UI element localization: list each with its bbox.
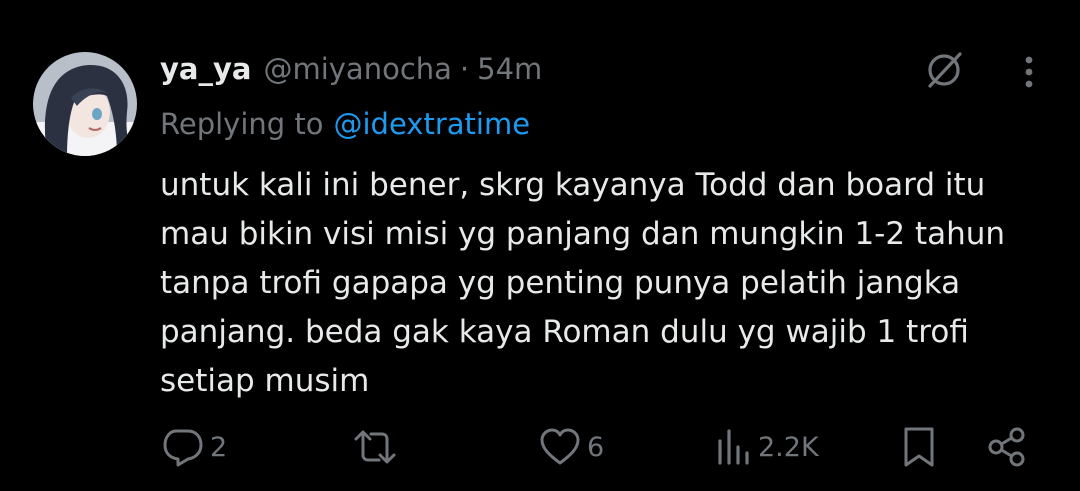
display-name[interactable]: ya_ya bbox=[160, 52, 251, 86]
share-button[interactable] bbox=[986, 422, 1028, 472]
tweet-text-line: untuk kali ini bener, skrg kayanya Todd … bbox=[160, 167, 986, 203]
heart-icon bbox=[540, 428, 580, 465]
reply-button[interactable]: 2 bbox=[162, 422, 227, 472]
more-vertical-icon[interactable] bbox=[1012, 50, 1046, 94]
share-icon bbox=[988, 427, 1025, 467]
avatar-image bbox=[33, 52, 137, 156]
reply-mention-link[interactable]: @idextratime bbox=[334, 107, 531, 141]
like-button[interactable]: 6 bbox=[539, 422, 604, 472]
views-button[interactable]: 2.2K bbox=[716, 422, 819, 472]
views-icon bbox=[718, 429, 749, 465]
bookmark-button[interactable] bbox=[902, 422, 936, 472]
user-handle[interactable]: @miyanocha bbox=[263, 52, 451, 86]
reply-context: Replying to @idextratime bbox=[160, 103, 530, 145]
reply-count: 2 bbox=[210, 431, 228, 463]
retweet-icon bbox=[354, 430, 396, 464]
like-count: 6 bbox=[587, 431, 605, 463]
grok-icon[interactable] bbox=[920, 46, 968, 94]
tweet-header: ya_ya @miyanocha · 54m bbox=[160, 48, 542, 90]
views-count: 2.2K bbox=[758, 431, 819, 463]
tweet-text-line: mau bikin visi misi yg panjang dan mungk… bbox=[160, 216, 1006, 252]
separator-dot: · bbox=[459, 52, 470, 86]
reply-prefix: Replying to bbox=[160, 107, 324, 141]
tweet-text-line: tanpa trofi gapapa yg penting punya pela… bbox=[160, 265, 961, 301]
timestamp[interactable]: 54m bbox=[477, 52, 542, 86]
tweet-text-line: setiap musim bbox=[160, 363, 370, 399]
avatar[interactable] bbox=[33, 52, 137, 156]
tweet-text: untuk kali ini bener, skrg kayanya Todd … bbox=[160, 161, 1060, 406]
reply-icon bbox=[163, 429, 203, 467]
bookmark-icon bbox=[904, 427, 934, 467]
retweet-button[interactable] bbox=[352, 422, 398, 472]
tweet-text-line: panjang. beda gak kaya Roman dulu yg waj… bbox=[160, 314, 969, 350]
